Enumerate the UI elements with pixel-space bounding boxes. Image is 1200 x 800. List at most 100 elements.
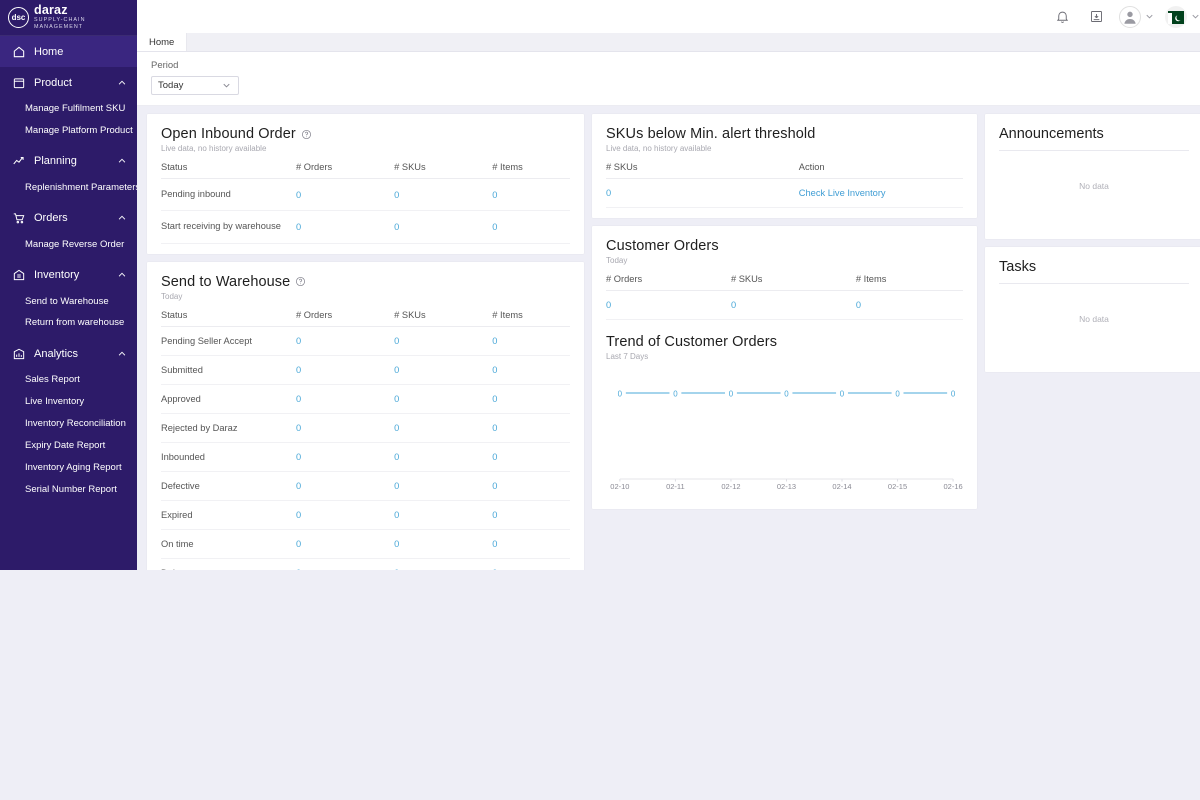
sidebar-item-home[interactable]: Home [0,36,137,67]
cell-items[interactable]: 0 [492,442,570,472]
chevron-up-icon[interactable] [117,78,127,88]
table-header-row: # Orders # SKUs # Items [606,269,963,291]
table-row: 0 0 0 [606,290,963,320]
chevron-up-icon[interactable] [117,156,127,166]
table-row: Expired 0 0 0 [161,500,570,530]
table-row: Start receiving by warehouse 0 0 0 [161,210,570,244]
cell-skus[interactable]: 0 [394,471,493,501]
cell-items[interactable]: 0 [492,413,570,443]
trend-of-customer-orders-chart[interactable]: 0000000 02-10 02-11 02-12 02-13 02-14 02-15 02… [606,367,963,499]
sidebar-item-replenishment-parameters[interactable]: Replenishment Parameters [0,177,137,199]
cell-orders[interactable]: 0 [295,471,395,501]
th-skus: # SKUs [394,157,493,179]
cell-orders[interactable]: 0 [295,413,395,443]
flag-glyph [1168,11,1184,24]
cell-items[interactable]: 0 [855,290,963,320]
cell-orders[interactable]: 0 [295,529,395,559]
cell-skus[interactable]: 0 [730,290,856,320]
brand-tagline-2: MANAGEMENT [34,24,84,31]
th-status: Status [161,157,296,179]
cell-items[interactable]: 0 [492,178,570,212]
sidebar-item-send-to-warehouse[interactable]: Send to Warehouse [0,291,137,313]
cell-skus[interactable]: 0 [394,326,493,356]
bell-icon[interactable] [1045,0,1079,34]
sidebar-group-orders[interactable]: Orders [0,203,137,234]
sidebar-item-serial-number-report[interactable]: Serial Number Report [0,479,137,501]
dsc-badge-text: dsc [11,13,26,22]
chart-point-label: 0 [784,389,789,398]
card-customer-orders-title: Customer Orders [606,238,963,254]
cell-items[interactable]: 0 [492,500,570,530]
sidebar-item-sales-report[interactable]: Sales Report [0,369,137,391]
chevron-down-icon[interactable] [1144,11,1155,22]
chevron-up-icon[interactable] [117,213,127,223]
table-row: 0 Check Live Inventory [606,178,963,208]
cell-items[interactable]: 0 [492,529,570,559]
cell-items[interactable]: 0 [492,326,570,356]
cell-skus[interactable]: 0 [394,178,493,212]
cell-orders[interactable]: 0 [295,210,395,244]
cell-skus[interactable]: 0 [394,529,493,559]
cell-skus[interactable]: 0 [394,210,493,244]
th-orders: # Orders [606,269,731,291]
chart-x-tick-label: 02-14 [832,482,851,491]
chart-svg: 0000000 02-10 02-11 02-12 02-13 02-14 02-15 02… [610,389,962,491]
period-select[interactable]: Today [151,76,239,95]
chevron-up-icon[interactable] [117,270,127,280]
help-circle-icon[interactable] [301,129,312,140]
cell-skus[interactable]: 0 [394,384,493,414]
send-to-warehouse-body: Pending Seller Accept 0 0 0 Submitted 0 … [161,326,570,588]
chevron-down-icon[interactable] [1190,11,1200,22]
cell-orders[interactable]: 0 [295,178,395,212]
skus-below-threshold-table: # SKUs Action 0 Check Live Inventory [606,157,963,208]
sidebar-group-product[interactable]: Product [0,67,137,98]
account-menu[interactable] [1113,5,1155,28]
card-tasks-title: Tasks [999,259,1189,284]
brand-logo[interactable]: dsc daraz SUPPLY-CHAIN MANAGEMENT [0,0,137,36]
table-row: On time 0 0 0 [161,529,570,559]
sidebar-group-planning[interactable]: Planning [0,146,137,177]
sidebar-item-manage-platform-product[interactable]: Manage Platform Product [0,120,137,142]
cell-status: Expired [161,500,296,530]
card-skus-below-threshold: SKUs below Min. alert threshold Live dat… [592,114,977,218]
cell-orders[interactable]: 0 [606,290,731,320]
cell-items[interactable]: 0 [492,210,570,244]
sidebar-item-expiry-date-report[interactable]: Expiry Date Report [0,435,137,457]
cell-skus[interactable]: 0 [606,178,799,208]
cell-skus[interactable]: 0 [394,355,493,385]
sidebar-group-inventory[interactable]: Inventory [0,260,137,291]
tab-home[interactable]: Home [137,33,188,51]
check-live-inventory-link[interactable]: Check Live Inventory [798,178,963,208]
sidebar-group-analytics[interactable]: Analytics [0,338,137,369]
cell-orders[interactable]: 0 [295,500,395,530]
inbox-download-icon[interactable] [1079,0,1113,34]
chevron-up-icon[interactable] [117,349,127,359]
cell-orders[interactable]: 0 [295,355,395,385]
cell-skus[interactable]: 0 [394,500,493,530]
cell-skus[interactable]: 0 [394,442,493,472]
sidebar: dsc daraz SUPPLY-CHAIN MANAGEMENT Home P… [0,0,137,570]
cell-orders[interactable]: 0 [295,326,395,356]
country-menu[interactable] [1155,5,1200,28]
sidebar-item-live-inventory[interactable]: Live Inventory [0,391,137,413]
brand-name: daraz [34,3,68,18]
cell-items[interactable]: 0 [492,471,570,501]
cell-items[interactable]: 0 [492,384,570,414]
product-icon [11,75,26,90]
sidebar-item-manage-fulfilment-sku[interactable]: Manage Fulfilment SKU [0,98,137,120]
sidebar-group-product-label: Product [34,76,72,89]
sidebar-item-return-from-warehouse[interactable]: Return from warehouse [0,312,137,334]
sidebar-item-inventory-reconciliation[interactable]: Inventory Reconciliation [0,413,137,435]
sidebar-item-inventory-aging-report[interactable]: Inventory Aging Report [0,457,137,479]
chart-title-text: Trend of Customer Orders [606,334,778,350]
send-to-warehouse-table: Status # Orders # SKUs # Items Pending S… [161,304,570,588]
chart-x-tick-label: 02-15 [888,482,907,491]
cell-skus[interactable]: 0 [394,413,493,443]
sidebar-item-manage-reverse-order[interactable]: Manage Reverse Order [0,234,137,256]
help-circle-icon[interactable] [295,276,306,287]
cell-items[interactable]: 0 [492,355,570,385]
th-items: # Items [492,304,570,327]
chart-x-tick-label: 02-12 [721,482,740,491]
cell-orders[interactable]: 0 [295,384,395,414]
cell-orders[interactable]: 0 [295,442,395,472]
